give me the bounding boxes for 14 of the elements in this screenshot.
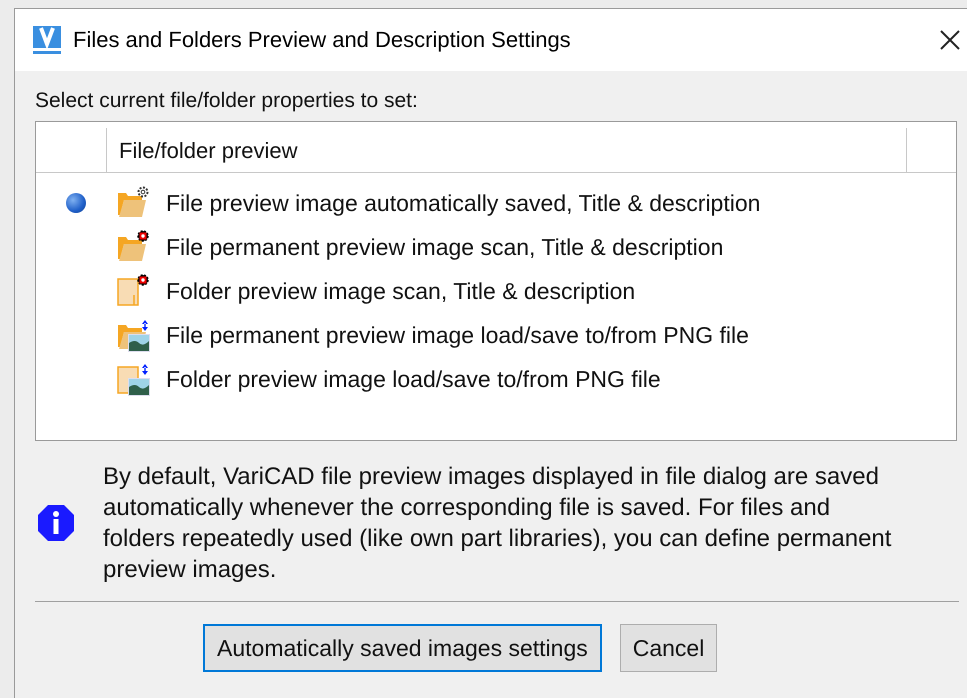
- window-title: Files and Folders Preview and Description Settings: [73, 27, 572, 53]
- prompt-label: Select current file/folder properties to set:: [35, 89, 419, 113]
- cancel-button[interactable]: Cancel: [620, 624, 718, 672]
- info-icon: [37, 504, 75, 542]
- app-logo-icon: [31, 24, 63, 56]
- option-label[interactable]: Folder preview image load/save to/from PNG file: [166, 366, 661, 392]
- info-text: By default, VariCAD file preview images displayed in file dialog are saved automatically whenever the corresponding file is saved. For files and folders repeatedly used (like own part libraries), you can define permanent preview images.: [103, 462, 892, 585]
- close-icon[interactable]: [938, 28, 962, 52]
- option-label[interactable]: File permanent preview image scan, Title & description: [166, 234, 724, 260]
- option-label[interactable]: Folder preview image scan, Title & description: [166, 278, 636, 304]
- settings-button[interactable]: Automatically saved images settings: [203, 624, 602, 672]
- option-label[interactable]: File permanent preview image load/save to/from PNG file: [166, 322, 749, 348]
- option-label[interactable]: File preview image automatically saved, Title & description: [166, 190, 760, 216]
- column-header[interactable]: File/folder preview: [107, 128, 907, 172]
